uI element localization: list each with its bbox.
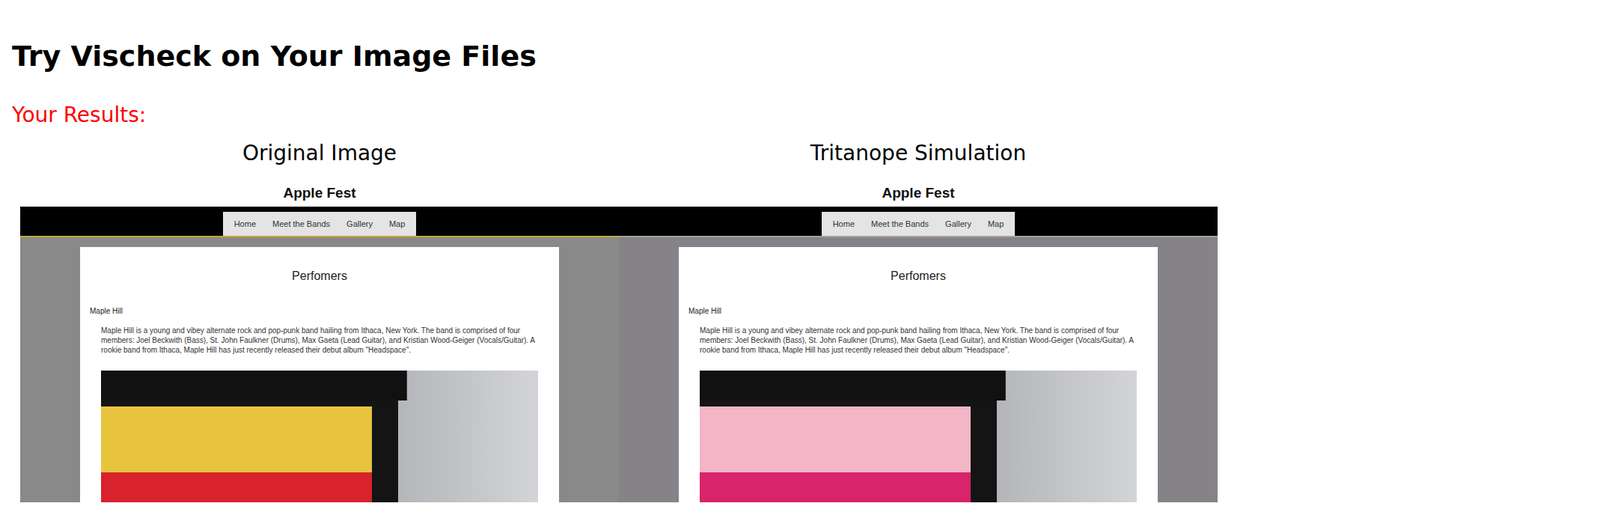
website-screenshot: Apple Fest HomeMeet the BandsGalleryMap Pe… xyxy=(618,180,1218,503)
site-nav: HomeMeet the BandsGalleryMap xyxy=(821,211,1016,236)
site-background: Perfomers Maple Hill Maple Hill is a young… xyxy=(20,237,619,503)
nav-item[interactable]: Meet the Bands xyxy=(862,217,937,231)
site-title: Apple Fest xyxy=(618,180,1218,207)
band-description: Maple Hill is a young and vibey alternat… xyxy=(101,325,539,355)
nav-item[interactable]: Meet the Bands xyxy=(264,217,339,231)
nav-item[interactable]: Home xyxy=(824,217,863,231)
nav-item[interactable]: Gallery xyxy=(936,217,980,231)
nav-item[interactable]: Map xyxy=(380,217,414,231)
section-heading: Perfomers xyxy=(678,268,1158,284)
result-panel: Original Image Apple Fest HomeMeet the Ban… xyxy=(20,140,619,503)
site-nav: HomeMeet the BandsGalleryMap xyxy=(223,211,417,236)
website-screenshot: Apple Fest HomeMeet the BandsGalleryMap Pe… xyxy=(20,180,619,503)
results-label: Your Results: xyxy=(11,102,1600,128)
result-panels: Original ImageApple FestHomeMeet the Ban… xyxy=(20,140,1600,503)
panel-caption: Tritanope Simulation xyxy=(618,140,1218,167)
result-panel: Tritanope Simulation Apple Fest HomeMeet t… xyxy=(618,140,1218,503)
nav-item[interactable]: Map xyxy=(979,217,1012,231)
section-heading: Perfomers xyxy=(80,268,560,284)
nav-item[interactable]: Home xyxy=(226,217,265,231)
content-card: Perfomers Maple Hill Maple Hill is a young… xyxy=(80,246,560,503)
site-navbar: HomeMeet the BandsGalleryMap xyxy=(20,206,619,238)
band-photo xyxy=(699,370,1137,503)
site-background: Perfomers Maple Hill Maple Hill is a young… xyxy=(618,237,1218,503)
content-card: Perfomers Maple Hill Maple Hill is a young… xyxy=(678,246,1158,503)
page-title: Try Vischeck on Your Image Files xyxy=(11,38,1600,74)
band-photo xyxy=(101,370,539,503)
nav-item[interactable]: Gallery xyxy=(338,217,381,231)
band-description: Maple Hill is a young and vibey alternat… xyxy=(699,325,1137,355)
band-name: Maple Hill xyxy=(678,306,1158,316)
band-name: Maple Hill xyxy=(80,306,560,316)
panel-caption: Original Image xyxy=(20,140,619,167)
site-title: Apple Fest xyxy=(20,180,619,207)
site-navbar: HomeMeet the BandsGalleryMap xyxy=(618,206,1218,238)
